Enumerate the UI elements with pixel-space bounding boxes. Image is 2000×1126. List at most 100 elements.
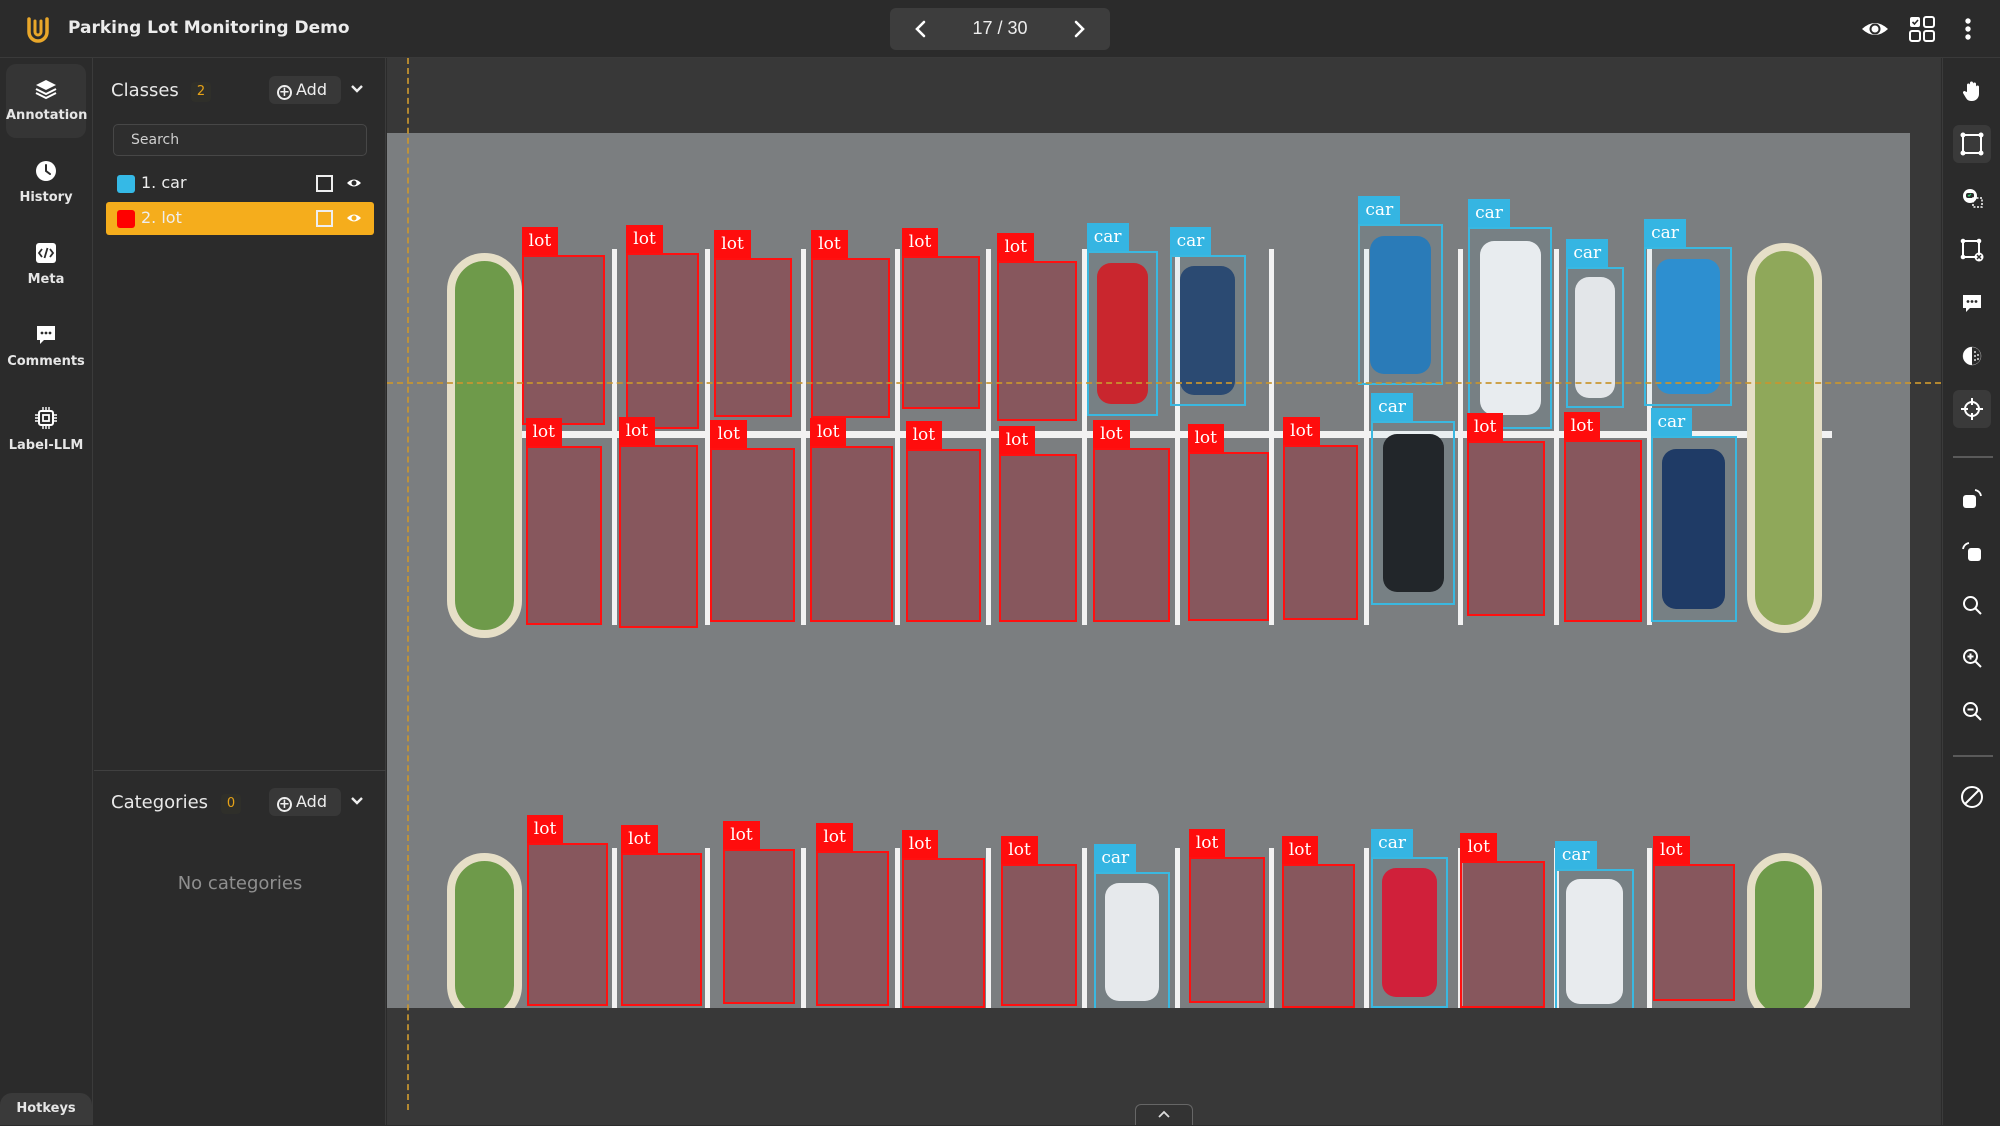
comment-tool-button[interactable]: [1953, 284, 1991, 322]
bounding-box-icon: [1960, 132, 1984, 156]
car-annotation-box[interactable]: car: [1094, 844, 1170, 1008]
lot-annotation-box[interactable]: lot: [1281, 835, 1355, 1008]
preview-toggle-button[interactable]: [1860, 14, 1890, 44]
grid-layout-icon: [1909, 16, 1935, 42]
zoom-in-button[interactable]: [1953, 639, 1991, 677]
add-class-button[interactable]: + Add: [269, 76, 341, 104]
hide-annotations-button[interactable]: [1953, 778, 1991, 816]
lot-annotation-box[interactable]: lot: [1460, 832, 1545, 1008]
comment-icon: [1963, 295, 1981, 312]
lot-annotation-box[interactable]: lot: [811, 229, 891, 419]
more-options-button[interactable]: [1955, 14, 1981, 44]
classes-panel: Classes 2 +Add 1. car 2. lot Categories …: [94, 58, 386, 1125]
bounding-box-tool-icon[interactable]: [316, 175, 333, 192]
annotation-class-tag: car: [1371, 829, 1413, 858]
classes-collapse-toggle[interactable]: [350, 81, 364, 99]
add-category-button[interactable]: + Add: [269, 788, 341, 816]
bottom-panel-toggle[interactable]: [1135, 1104, 1193, 1125]
class-search-input[interactable]: [113, 124, 367, 156]
lot-annotation-box[interactable]: lot: [626, 224, 699, 429]
car-annotation-box[interactable]: car: [1554, 840, 1634, 1008]
hotkeys-button[interactable]: Hotkeys: [0, 1093, 92, 1125]
parking-line-vertical: [612, 848, 618, 1008]
annotation-class-tag: lot: [526, 815, 564, 844]
annotation-class-tag: lot: [714, 229, 751, 258]
lot-annotation-box[interactable]: lot: [618, 417, 698, 628]
lot-annotation-box[interactable]: lot: [1188, 829, 1266, 1003]
rotate-left-button[interactable]: [1953, 533, 1991, 571]
eye-icon[interactable]: [346, 176, 362, 190]
auto-annotate-button[interactable]: [1953, 178, 1991, 216]
lot-annotation-box[interactable]: lot: [1563, 412, 1642, 623]
lot-annotation-box[interactable]: lot: [621, 825, 702, 1007]
next-image-button[interactable]: [1064, 14, 1094, 44]
parking-line-vertical: [895, 848, 901, 1008]
lot-annotation-box[interactable]: lot: [905, 420, 981, 623]
lot-annotation-box[interactable]: lot: [1283, 417, 1359, 620]
annotation-class-tag: car: [1554, 840, 1597, 869]
box-remove-icon: [1960, 238, 1984, 262]
bounding-box-tool-button[interactable]: [1953, 125, 1991, 163]
car-annotation-box[interactable]: car: [1358, 196, 1443, 386]
zoom-in-icon: [1963, 649, 1982, 668]
class-item-car[interactable]: 1. car: [106, 167, 374, 200]
nav-label-llm[interactable]: Label-LLM: [6, 392, 86, 466]
lot-annotation-box[interactable]: lot: [816, 822, 890, 1007]
lot-annotation-box[interactable]: lot: [1653, 835, 1735, 1002]
car-annotation-box[interactable]: car: [1650, 408, 1738, 623]
nav-meta[interactable]: Meta: [6, 228, 86, 302]
toolbar-divider: [1953, 456, 1993, 458]
lot-annotation-box[interactable]: lot: [525, 418, 603, 625]
pan-tool-button[interactable]: [1953, 72, 1991, 110]
lot-annotation-box[interactable]: lot: [998, 426, 1077, 623]
class-item-label: 1. car: [141, 173, 187, 192]
lot-annotation-box[interactable]: lot: [901, 830, 985, 1008]
lot-annotation-box[interactable]: lot: [901, 228, 980, 410]
classes-count-badge: 2: [191, 82, 211, 102]
nav-comments[interactable]: Comments: [6, 310, 86, 384]
car-annotation-box[interactable]: car: [1566, 238, 1624, 409]
eye-icon: [1862, 23, 1888, 35]
chevron-down-icon: [351, 85, 363, 93]
lot-annotation-box[interactable]: lot: [997, 233, 1077, 421]
zoom-out-button[interactable]: [1953, 692, 1991, 730]
annotation-class-tag: lot: [901, 830, 939, 859]
car-vehicle: [1382, 433, 1444, 592]
eye-icon[interactable]: [346, 211, 362, 225]
annotation-class-tag: lot: [626, 224, 663, 253]
crosshair-tool-button[interactable]: [1953, 390, 1991, 428]
parking-line-vertical: [985, 248, 991, 625]
chip-icon: [35, 407, 57, 429]
annotation-class-tag: lot: [1653, 835, 1690, 864]
annotation-class-tag: lot: [816, 822, 853, 851]
lot-annotation-box[interactable]: lot: [714, 229, 793, 418]
lot-annotation-box[interactable]: lot: [1187, 423, 1270, 622]
annotation-class-tag: car: [1566, 238, 1609, 267]
nav-history-label: History: [19, 190, 73, 205]
categories-collapse-toggle[interactable]: [350, 793, 364, 811]
lot-annotation-box[interactable]: lot: [710, 419, 795, 623]
contrast-tool-button[interactable]: [1953, 337, 1991, 375]
car-annotation-box[interactable]: car: [1086, 223, 1159, 416]
car-annotation-box[interactable]: car: [1371, 829, 1448, 1008]
annotation-class-tag: car: [1371, 392, 1413, 421]
zoom-fit-button[interactable]: [1953, 586, 1991, 624]
lot-annotation-box[interactable]: lot: [723, 821, 795, 1004]
rotate-right-button[interactable]: [1953, 480, 1991, 518]
layout-grid-button[interactable]: [1907, 14, 1937, 44]
parking-lot-image[interactable]: lot lot lot lot lot lot car car car car car car lot l…: [387, 133, 1910, 1008]
lot-annotation-box[interactable]: lot: [521, 227, 605, 425]
lot-annotation-box[interactable]: lot: [809, 418, 893, 623]
car-annotation-box[interactable]: car: [1468, 199, 1553, 429]
delete-box-button[interactable]: [1953, 231, 1991, 269]
car-annotation-box[interactable]: car: [1371, 392, 1456, 605]
lot-annotation-box[interactable]: lot: [1093, 419, 1170, 623]
lot-annotation-box[interactable]: lot: [1466, 413, 1545, 617]
lot-annotation-box[interactable]: lot: [1001, 835, 1077, 1007]
nav-annotation[interactable]: Annotation: [6, 64, 87, 138]
layers-icon: [35, 80, 57, 100]
nav-history[interactable]: History: [6, 146, 86, 220]
bounding-box-tool-icon[interactable]: [316, 210, 333, 227]
lot-annotation-box[interactable]: lot: [526, 815, 609, 1007]
class-item-lot[interactable]: 2. lot: [106, 202, 374, 235]
